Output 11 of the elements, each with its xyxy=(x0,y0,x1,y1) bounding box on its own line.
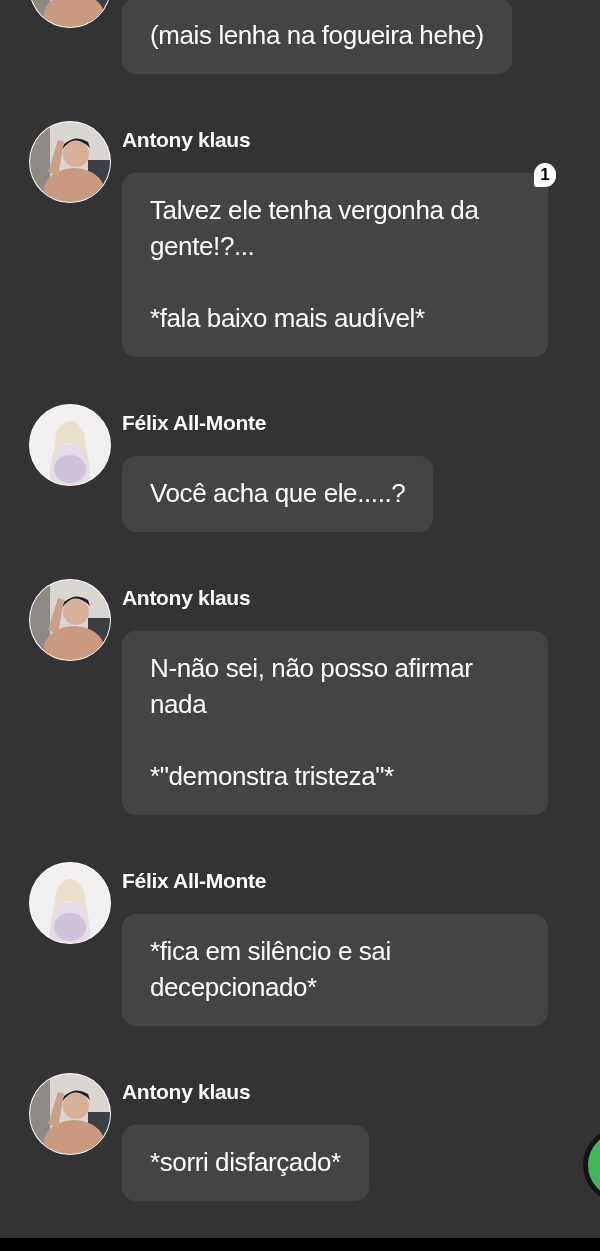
message-bubble: *sorri disfarçado* xyxy=(122,1125,369,1201)
message-bubble: (mais lenha na fogueira hehe) xyxy=(122,0,512,74)
sender-name: Félix All-Monte xyxy=(122,410,267,436)
sender-name: Antony klaus xyxy=(122,585,251,611)
reaction-badge: 1 xyxy=(534,163,556,187)
message-bubble: Você acha que ele.....? xyxy=(122,456,434,532)
message-bubble: N-não sei, não posso afirmar nada *"demonstra tristeza"* xyxy=(122,631,548,815)
sender-name: Antony klaus xyxy=(122,127,251,153)
sender-name: Antony klaus xyxy=(122,1079,251,1105)
message-bubble: *fica em silêncio e sai decepcionado* xyxy=(122,914,548,1026)
sender-name: Félix All-Monte xyxy=(122,868,267,894)
